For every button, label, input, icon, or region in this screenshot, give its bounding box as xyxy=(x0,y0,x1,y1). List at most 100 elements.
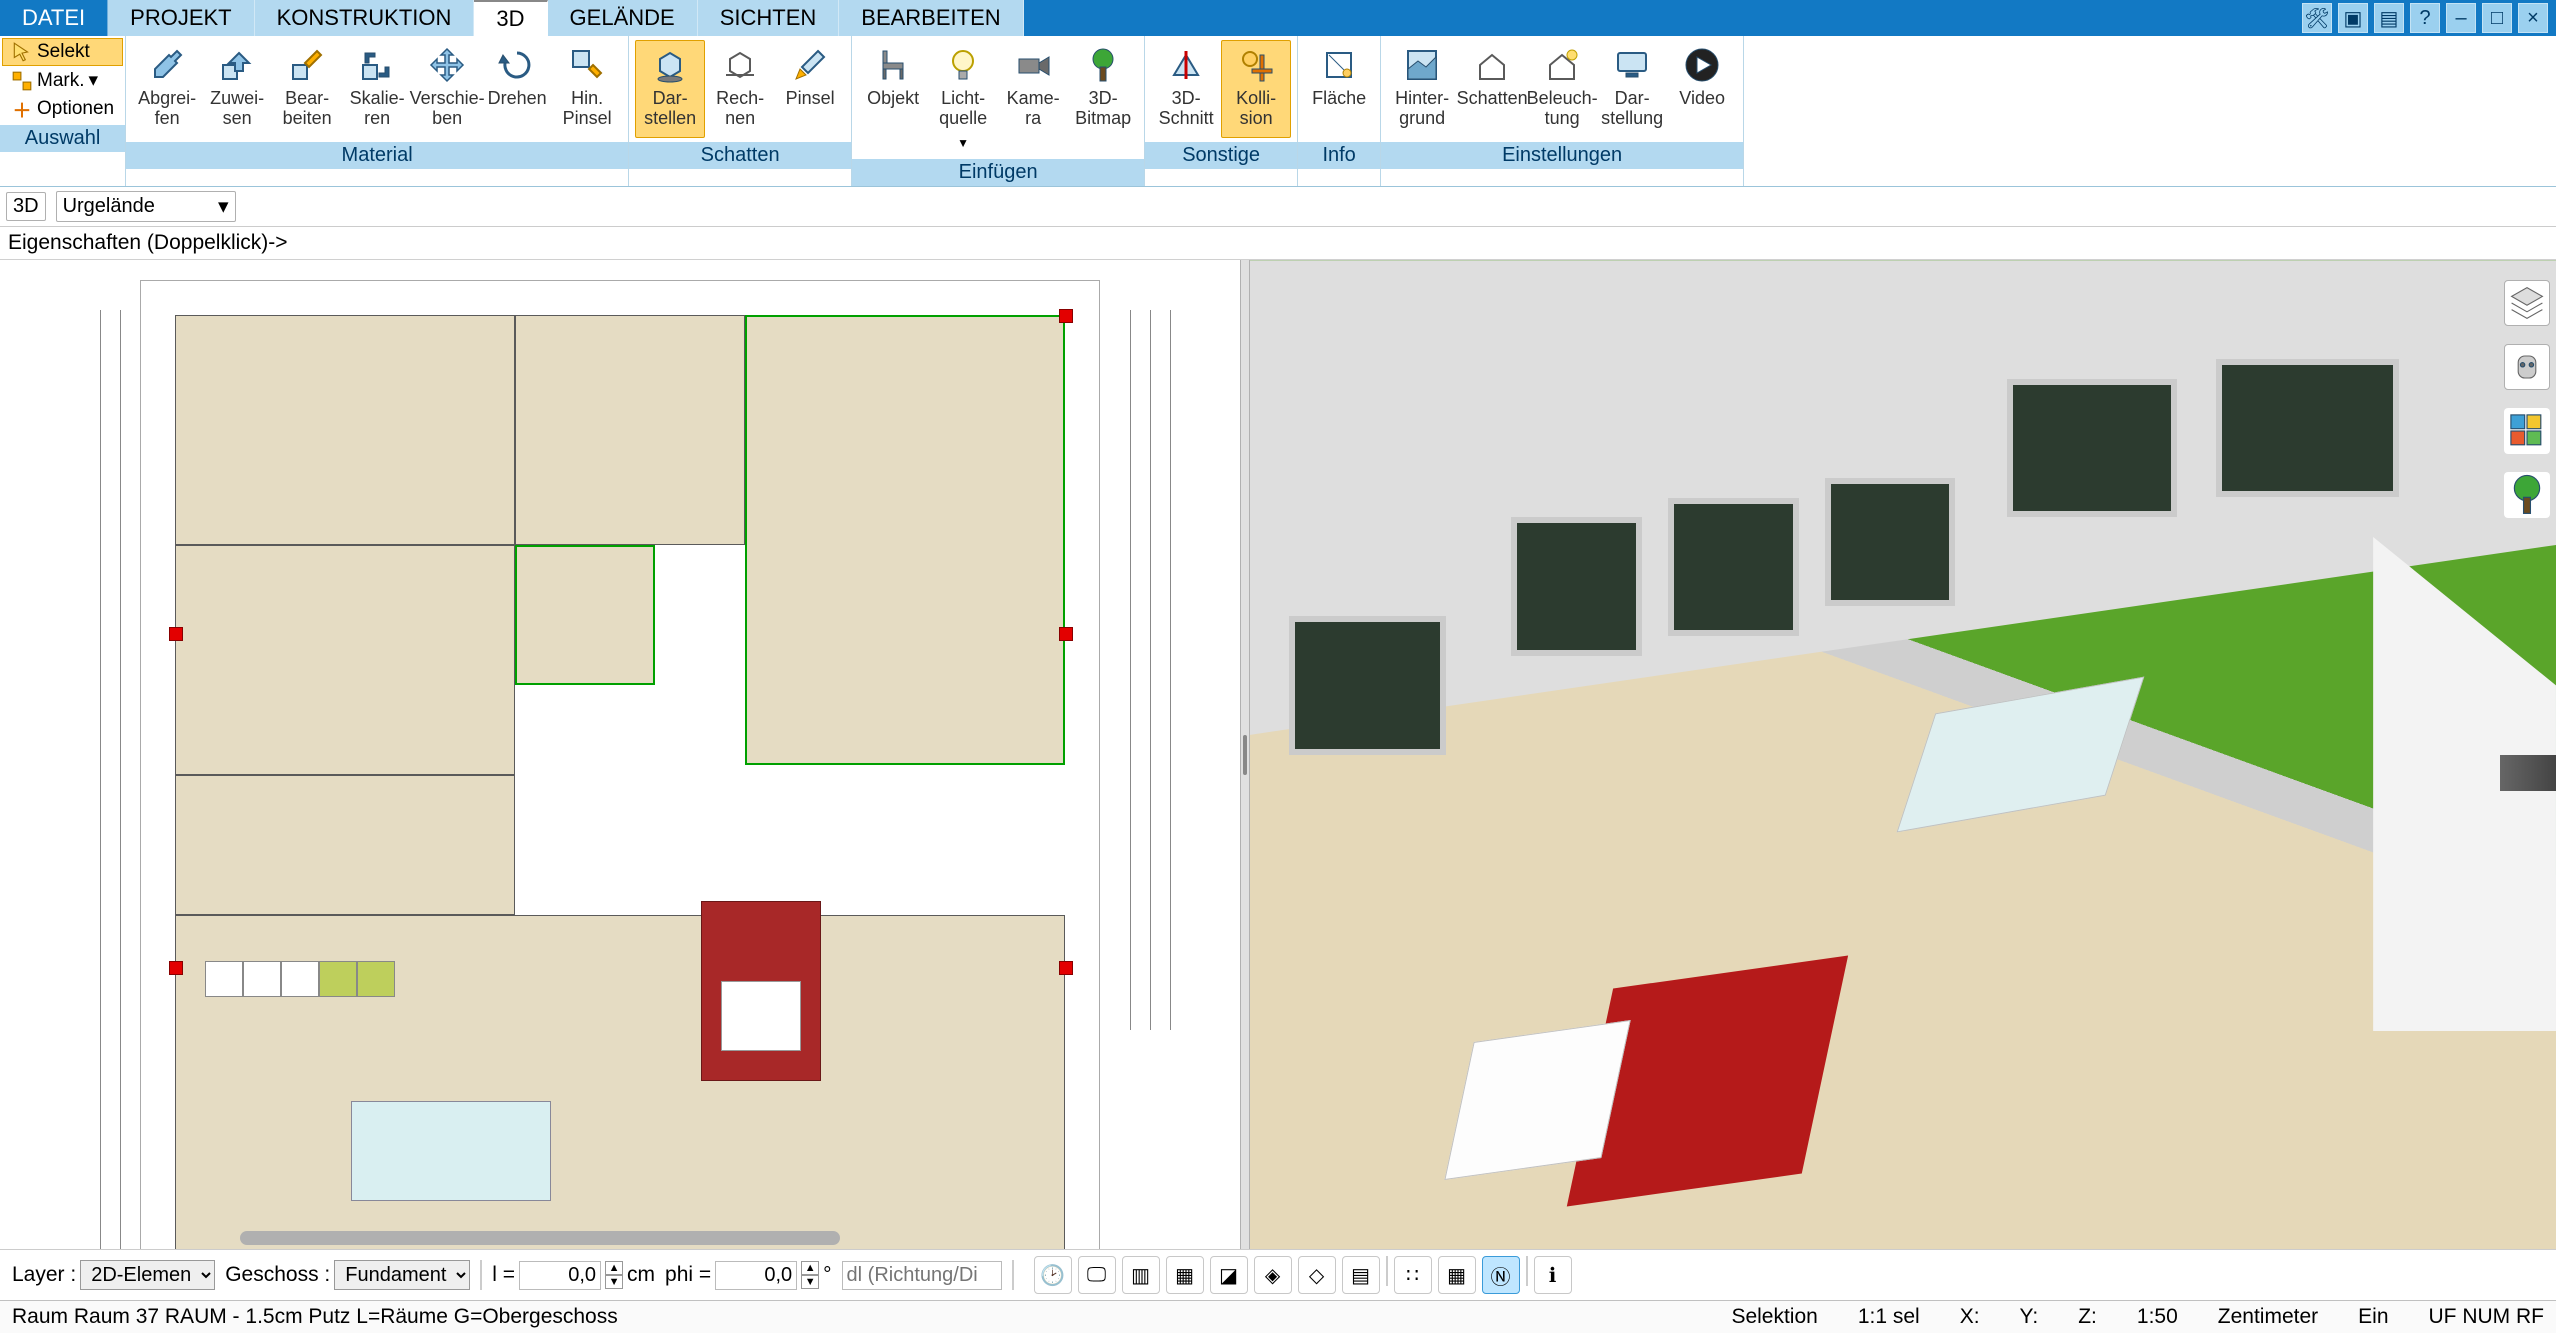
3dbitmap-label: 3D- Bitmap xyxy=(1075,89,1131,133)
layers-tool-icon[interactable] xyxy=(2504,280,2550,326)
abgreifen-button[interactable]: Abgrei- fen xyxy=(132,40,202,138)
close-icon[interactable]: × xyxy=(2518,3,2548,33)
module-icon[interactable]: ▣ xyxy=(2338,3,2368,33)
view-3d[interactable] xyxy=(1250,260,2556,1249)
3dbitmap-button[interactable]: 3D- Bitmap xyxy=(1068,40,1138,155)
video-button[interactable]: Video xyxy=(1667,40,1737,138)
darstellung-button[interactable]: Dar- stellung xyxy=(1597,40,1667,138)
control-point[interactable] xyxy=(1059,309,1073,323)
overlay-icon[interactable]: ▥ xyxy=(1122,1256,1160,1294)
dl-input[interactable] xyxy=(842,1261,1002,1290)
droid-tool-icon[interactable] xyxy=(2504,344,2550,390)
camera-icon xyxy=(1013,45,1053,85)
diamond2-icon[interactable]: ◇ xyxy=(1298,1256,1336,1294)
darstellen-button[interactable]: Dar- stellen xyxy=(635,40,705,138)
control-point[interactable] xyxy=(169,961,183,975)
shade-icon[interactable]: ◪ xyxy=(1210,1256,1248,1294)
menu-datei[interactable]: DATEI xyxy=(0,0,108,36)
control-point[interactable] xyxy=(1059,961,1073,975)
spin-down-icon[interactable]: ▼ xyxy=(605,1275,623,1289)
kollision-button[interactable]: Kolli- sion xyxy=(1221,40,1291,138)
length-input[interactable] xyxy=(519,1261,601,1290)
plan-room xyxy=(175,545,515,775)
selekt-button[interactable]: Selekt xyxy=(2,38,123,66)
bearbeiten-button[interactable]: Bear- beiten xyxy=(272,40,342,138)
menu-konstruktion[interactable]: KONSTRUKTION xyxy=(255,0,475,36)
status-x: X: xyxy=(1960,1305,1980,1329)
deg-label: ° xyxy=(823,1263,831,1287)
tree-tool-icon[interactable] xyxy=(2504,472,2550,518)
window xyxy=(2216,359,2399,497)
spin-up-icon[interactable]: ▲ xyxy=(605,1261,623,1275)
divider xyxy=(480,1260,482,1290)
grid-icon[interactable]: ▦ xyxy=(1438,1256,1476,1294)
menu-3d[interactable]: 3D xyxy=(474,0,547,36)
lichtquelle-button[interactable]: Licht- quelle ▼ xyxy=(928,40,998,155)
control-point[interactable] xyxy=(169,627,183,641)
diamond-icon[interactable]: ◈ xyxy=(1254,1256,1292,1294)
maximize-icon[interactable]: □ xyxy=(2482,3,2512,33)
plan-room xyxy=(515,545,655,685)
minimize-icon[interactable]: – xyxy=(2446,3,2476,33)
menu-projekt[interactable]: PROJEKT xyxy=(108,0,254,36)
stack-icon[interactable]: ▤ xyxy=(2374,3,2404,33)
control-point[interactable] xyxy=(1059,627,1073,641)
horizontal-scrollbar[interactable] xyxy=(240,1231,840,1245)
menu-bearbeiten[interactable]: BEARBEITEN xyxy=(839,0,1023,36)
monitor-icon[interactable]: 🖵 xyxy=(1078,1256,1116,1294)
skalieren-button[interactable]: Skalie- ren xyxy=(342,40,412,138)
background-icon xyxy=(1402,45,1442,85)
secondary-bar: 3D Urgelände ▾ xyxy=(0,187,2556,227)
hintergrund-button[interactable]: Hinter- grund xyxy=(1387,40,1457,138)
rechnen-button[interactable]: Rech- nen xyxy=(705,40,775,138)
view-splitter[interactable] xyxy=(1240,260,1250,1249)
tools-icon[interactable]: 🛠 xyxy=(2302,3,2332,33)
drehen-button[interactable]: Drehen xyxy=(482,40,552,138)
ribbon-group-einfuegen: Objekt Licht- quelle ▼ Kame- ra 3D- Bitm… xyxy=(852,36,1145,186)
beleuchtung-button[interactable]: Beleuch- tung xyxy=(1527,40,1597,138)
hinpinsel-button[interactable]: Hin. Pinsel xyxy=(552,40,622,138)
spin-down-icon[interactable]: ▼ xyxy=(801,1275,819,1289)
lichtquelle-label: Licht- quelle xyxy=(939,89,987,133)
schatten-button[interactable]: Schatten xyxy=(1457,40,1527,138)
side-panel-handle[interactable] xyxy=(2500,755,2556,791)
info-group-title: Info xyxy=(1298,142,1380,169)
objekt-button[interactable]: Objekt xyxy=(858,40,928,155)
kamera-button[interactable]: Kame- ra xyxy=(998,40,1068,155)
view-2d[interactable] xyxy=(0,260,1240,1249)
layers-icon[interactable]: ▤ xyxy=(1342,1256,1380,1294)
geschoss-select[interactable]: Fundament xyxy=(334,1260,470,1290)
palette-tool-icon[interactable] xyxy=(2504,408,2550,454)
cm-label: cm xyxy=(627,1263,655,1287)
clock-icon[interactable]: 🕑 xyxy=(1034,1256,1072,1294)
optionen-label: Optionen xyxy=(37,98,114,120)
flaeche-button[interactable]: Fläche xyxy=(1304,40,1374,138)
menu-sichten[interactable]: SICHTEN xyxy=(698,0,840,36)
plan-dining xyxy=(351,1101,551,1201)
phi-input[interactable] xyxy=(715,1261,797,1290)
properties-hint[interactable]: Eigenschaften (Doppelklick)-> xyxy=(8,231,288,255)
plan-room xyxy=(175,775,515,915)
zuweisen-button[interactable]: Zuwei- sen xyxy=(202,40,272,138)
help-icon[interactable]: ? xyxy=(2410,3,2440,33)
spin-up-icon[interactable]: ▲ xyxy=(801,1261,819,1275)
north-icon[interactable]: Ⓝ xyxy=(1482,1256,1520,1294)
layer-select-bottom[interactable]: 2D-Elemen xyxy=(80,1260,215,1290)
cursor-icon xyxy=(11,41,33,63)
window xyxy=(1289,616,1446,754)
menu-gelande[interactable]: GELÄNDE xyxy=(548,0,698,36)
einfuegen-group-title: Einfügen xyxy=(852,159,1144,186)
abgreifen-label: Abgrei- fen xyxy=(138,89,196,133)
info-icon[interactable]: ℹ xyxy=(1534,1256,1572,1294)
grid-dots-icon[interactable]: ∷ xyxy=(1394,1256,1432,1294)
optionen-button[interactable]: ＋ Optionen xyxy=(2,95,123,123)
stack-icon[interactable]: ▦ xyxy=(1166,1256,1204,1294)
mark-button[interactable]: Mark. ▾ xyxy=(2,66,123,95)
dining-table xyxy=(1897,677,2145,833)
verschieben-button[interactable]: Verschie- ben xyxy=(412,40,482,138)
3dschnitt-button[interactable]: 3D- Schnitt xyxy=(1151,40,1221,138)
layer-select[interactable]: Urgelände ▾ xyxy=(56,191,236,222)
phi-label: phi = xyxy=(665,1263,711,1287)
status-z: Z: xyxy=(2078,1305,2097,1329)
pinsel-button[interactable]: Pinsel xyxy=(775,40,845,138)
